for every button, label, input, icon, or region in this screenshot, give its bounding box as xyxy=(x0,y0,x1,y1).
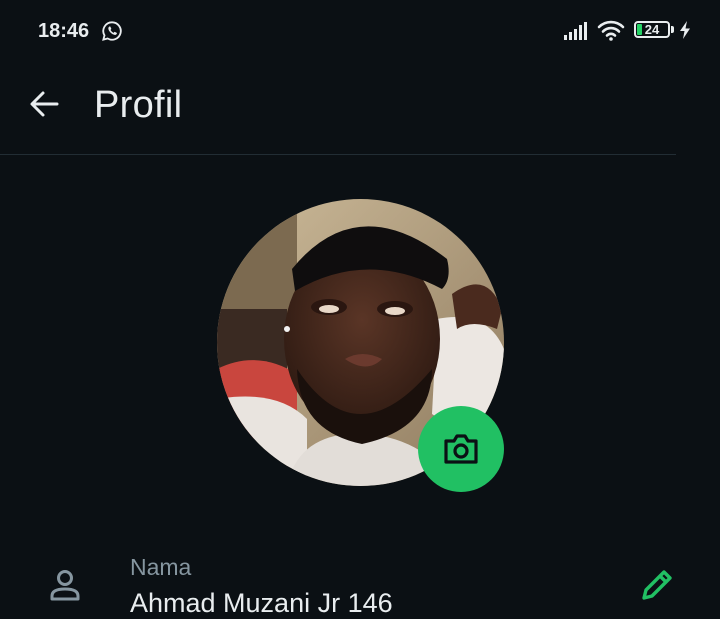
battery-icon: 24 xyxy=(634,21,670,38)
back-button[interactable] xyxy=(24,84,64,124)
whatsapp-icon xyxy=(102,21,122,41)
app-bar: Profil xyxy=(0,64,720,154)
change-photo-button[interactable] xyxy=(418,406,504,492)
status-bar: 18:46 24 xyxy=(0,0,720,64)
header-divider xyxy=(0,154,676,155)
person-icon xyxy=(50,570,80,601)
name-label: Nama xyxy=(130,554,192,580)
page-title: Profil xyxy=(94,84,183,126)
name-value: Ahmad Muzani Jr 146 xyxy=(130,588,393,618)
wifi-icon xyxy=(597,20,625,41)
signal-icon xyxy=(564,22,587,40)
battery-level: 24 xyxy=(644,22,660,37)
status-time: 18:46 xyxy=(38,20,90,42)
name-row[interactable]: Nama Ahmad Muzani Jr 146 xyxy=(0,540,720,618)
charging-bolt-icon xyxy=(680,21,690,39)
back-arrow-icon xyxy=(30,91,59,117)
battery-tip xyxy=(671,26,674,33)
camera-icon xyxy=(444,434,478,464)
pencil-icon[interactable] xyxy=(636,566,676,606)
